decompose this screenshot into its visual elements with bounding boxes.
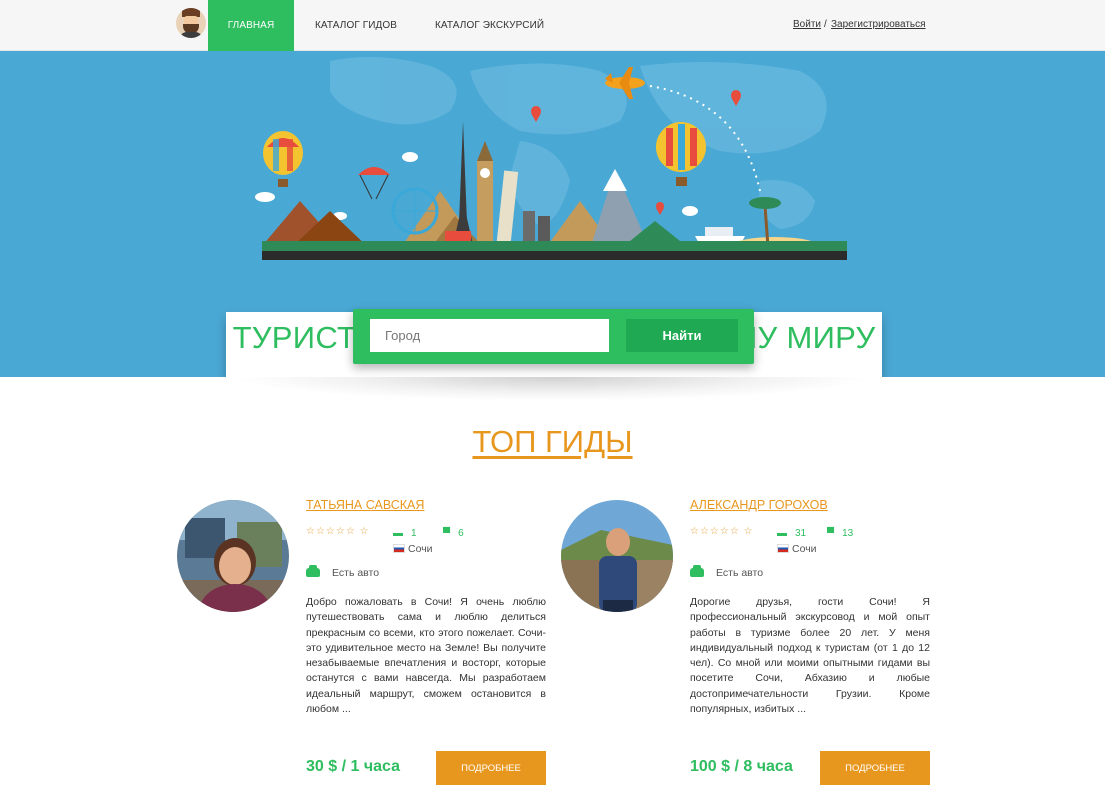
nav-tours-catalog[interactable]: КАТАЛОГ ЭКСКУРСИЙ bbox=[435, 0, 544, 51]
guide-description: Добро пожаловать в Сочи! Я очень люблю п… bbox=[306, 596, 546, 716]
guide-card: АЛЕКСАНДР ГОРОХОВ ☆☆☆☆☆ ☆ ▬ 31 ▀ 13 Сочи Е… bbox=[561, 490, 941, 788]
tour-bus-icon: ▀ bbox=[443, 528, 451, 539]
car-availability: Есть авто bbox=[306, 565, 379, 579]
hero-shadow bbox=[230, 377, 875, 401]
russia-flag-icon bbox=[777, 544, 789, 553]
guide-name[interactable]: ТАТЬЯНА САВСКАЯ bbox=[306, 498, 424, 512]
register-link[interactable]: Зарегистрироваться bbox=[831, 19, 926, 30]
guide-price: 30 $ / 1 часа bbox=[306, 758, 400, 775]
details-button[interactable]: ПОДРОБНЕЕ bbox=[436, 751, 546, 785]
auth-separator: / bbox=[824, 19, 827, 30]
guide-card: ТАТЬЯНА САВСКАЯ ☆☆☆☆☆ ☆ ▬ 1 ▀ 6 Сочи Есть … bbox=[177, 490, 557, 788]
comment-icon: ▬ bbox=[393, 528, 403, 539]
guide-avatar[interactable] bbox=[177, 500, 289, 612]
tours-count: ▀ 13 bbox=[827, 528, 854, 539]
car-availability: Есть авто bbox=[690, 565, 763, 579]
tour-bus-icon: ▀ bbox=[827, 528, 835, 539]
city-search-input[interactable] bbox=[370, 319, 609, 352]
tours-count: ▀ 6 bbox=[443, 528, 464, 539]
reviews-count: ▬ 1 bbox=[393, 528, 417, 539]
car-icon bbox=[306, 565, 320, 577]
rating-stars: ☆☆☆☆☆ ☆ bbox=[306, 526, 370, 537]
top-navbar: ГЛАВНАЯ КАТАЛОГ ГИДОВ КАТАЛОГ ЭКСКУРСИЙ … bbox=[0, 0, 1105, 51]
reviews-count: ▬ 31 bbox=[777, 528, 807, 539]
guide-name[interactable]: АЛЕКСАНДР ГОРОХОВ bbox=[690, 498, 828, 512]
guide-location: Сочи bbox=[777, 543, 817, 555]
site-logo[interactable] bbox=[176, 8, 206, 38]
rating-stars: ☆☆☆☆☆ ☆ bbox=[690, 526, 754, 537]
car-icon bbox=[690, 565, 704, 577]
russia-flag-icon bbox=[393, 544, 405, 553]
guide-description: Дорогие друзья, гости Сочи! Я профессион… bbox=[690, 596, 930, 716]
nav-home[interactable]: ГЛАВНАЯ bbox=[208, 0, 294, 51]
city-search-form: Найти bbox=[353, 309, 754, 364]
search-button[interactable]: Найти bbox=[626, 319, 738, 352]
comment-icon: ▬ bbox=[777, 528, 787, 539]
guide-location: Сочи bbox=[393, 543, 433, 555]
guide-price: 100 $ / 8 часа bbox=[690, 758, 793, 775]
nav-guides-catalog[interactable]: КАТАЛОГ ГИДОВ bbox=[315, 0, 397, 51]
details-button[interactable]: ПОДРОБНЕЕ bbox=[820, 751, 930, 785]
login-link[interactable]: Войти bbox=[793, 19, 821, 30]
top-guides-title: ТОП ГИДЫ bbox=[472, 424, 633, 459]
guide-avatar[interactable] bbox=[561, 500, 673, 612]
